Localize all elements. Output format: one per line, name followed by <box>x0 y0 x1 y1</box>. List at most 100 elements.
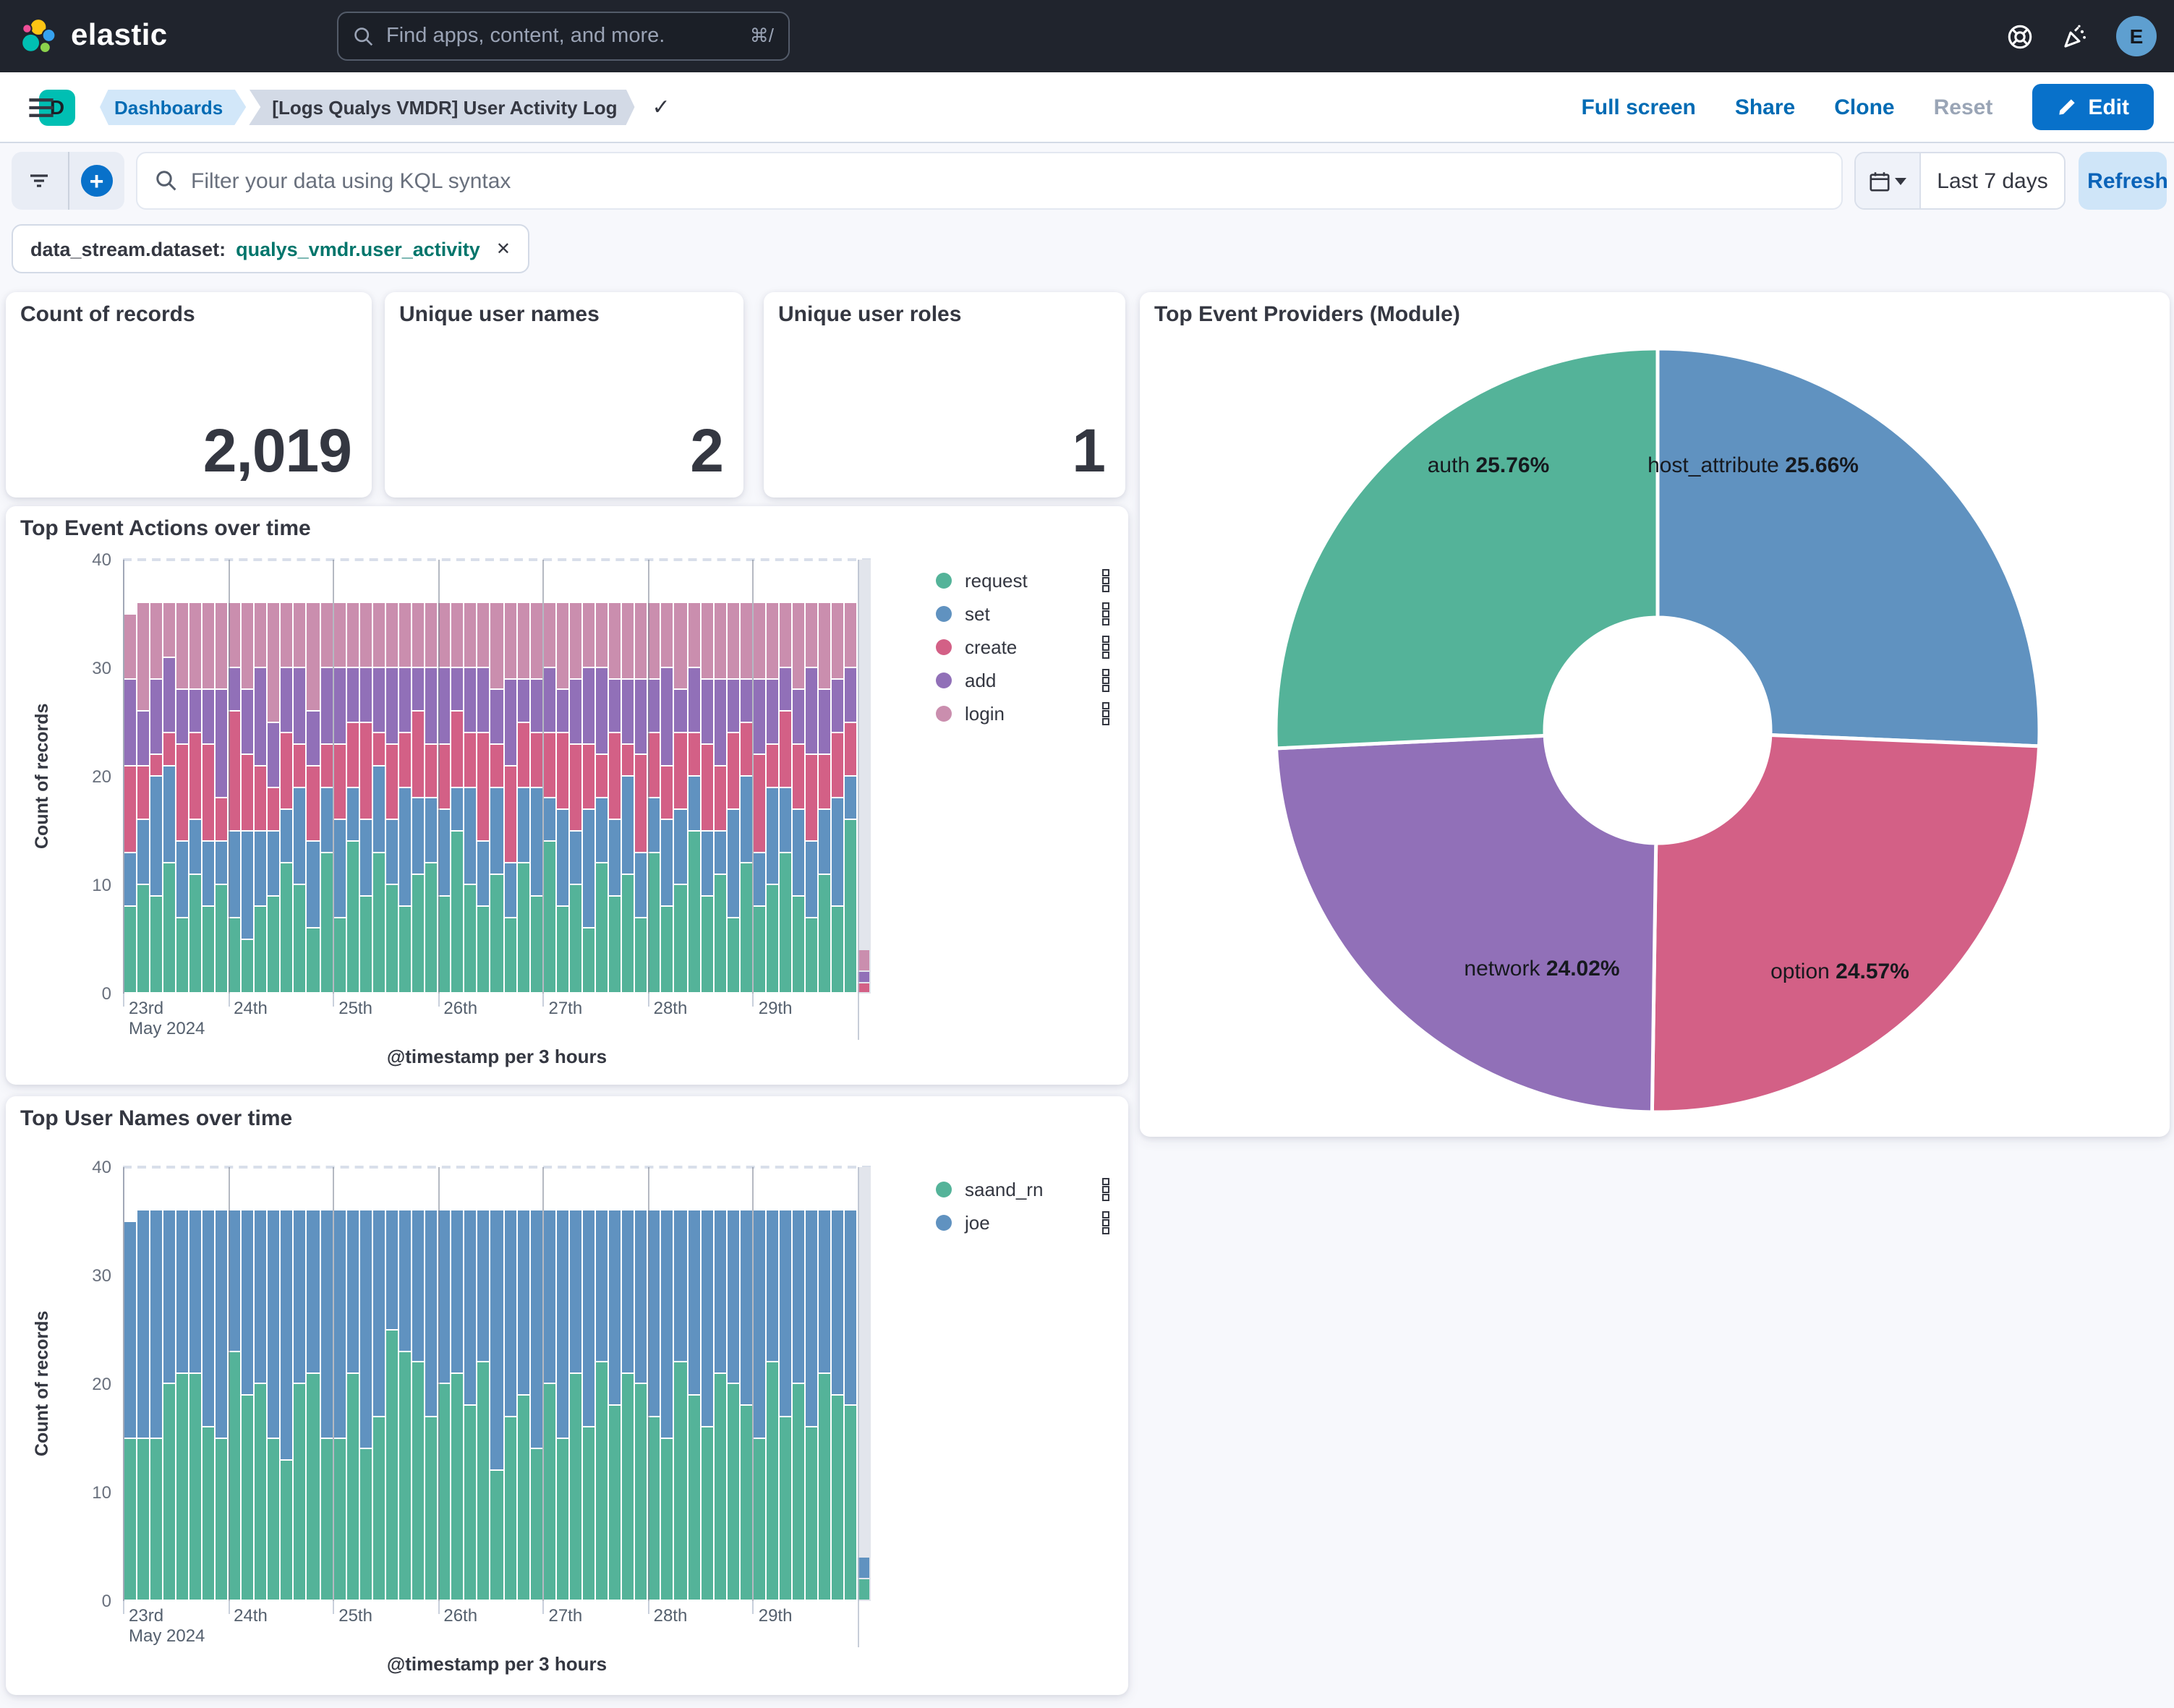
bar-segment-joe[interactable] <box>478 1210 490 1362</box>
bar-segment-saand_rn[interactable] <box>635 1384 647 1600</box>
bar-segment-set[interactable] <box>543 798 555 841</box>
bar-segment-set[interactable] <box>163 766 174 863</box>
bar-segment-set[interactable] <box>741 777 752 863</box>
legend-item-login[interactable]: login <box>936 701 1112 726</box>
legend-actions-icon[interactable] <box>1099 701 1112 726</box>
bar-segment-create[interactable] <box>425 744 437 798</box>
bar-segment-login[interactable] <box>386 603 398 667</box>
bar-segment-joe[interactable] <box>438 1210 450 1383</box>
bar-segment-request[interactable] <box>675 885 686 993</box>
bar-segment-saand_rn[interactable] <box>543 1384 555 1600</box>
bar-segment-set[interactable] <box>307 842 319 928</box>
bar-segment-joe[interactable] <box>150 1210 161 1438</box>
bar-segment-login[interactable] <box>688 603 699 667</box>
bar-segment-joe[interactable] <box>780 1210 791 1416</box>
kql-query-input[interactable]: Filter your data using KQL syntax <box>136 152 1843 210</box>
bar-segment-create[interactable] <box>465 733 477 787</box>
bar-segment-add[interactable] <box>570 679 581 743</box>
bar-segment-set[interactable] <box>780 787 791 852</box>
bar-segment-create[interactable] <box>557 733 568 808</box>
legend-item-add[interactable]: add <box>936 668 1112 693</box>
bar-segment-saand_rn[interactable] <box>649 1417 660 1600</box>
bar-segment-joe[interactable] <box>412 1210 424 1362</box>
bar-segment-set[interactable] <box>832 798 844 906</box>
bar-segment-request[interactable] <box>307 928 319 993</box>
bar-segment-create[interactable] <box>307 766 319 841</box>
bar-segment-set[interactable] <box>320 787 332 852</box>
bar-segment-set[interactable] <box>137 820 148 884</box>
bar-segment-login[interactable] <box>832 603 844 678</box>
bar-segment-login[interactable] <box>189 603 201 689</box>
bar-segment-joe[interactable] <box>701 1210 712 1427</box>
bar-segment-create[interactable] <box>346 722 358 787</box>
bar-segment-saand_rn[interactable] <box>806 1427 817 1600</box>
bar-segment-set[interactable] <box>478 842 490 906</box>
donut-slice-auth[interactable] <box>1276 349 1658 748</box>
bar-segment-add[interactable] <box>714 679 725 765</box>
bar-segment-add[interactable] <box>307 712 319 765</box>
bar-segment-saand_rn[interactable] <box>163 1384 174 1600</box>
bar-segment-joe[interactable] <box>543 1210 555 1383</box>
bar-segment-request[interactable] <box>412 874 424 993</box>
bar-segment-set[interactable] <box>124 853 135 906</box>
bar-segment-set[interactable] <box>845 777 857 819</box>
bar-segment-request[interactable] <box>399 907 411 993</box>
bar-segment-request[interactable] <box>819 874 830 993</box>
bar-segment-saand_rn[interactable] <box>504 1417 516 1600</box>
bar-segment-login[interactable] <box>649 603 660 678</box>
bar-segment-joe[interactable] <box>386 1210 398 1329</box>
clone-button[interactable]: Clone <box>1834 95 1894 119</box>
bar-segment-add[interactable] <box>412 668 424 711</box>
legend-item-request[interactable]: request <box>936 568 1112 593</box>
bar-segment-saand_rn[interactable] <box>346 1373 358 1600</box>
bar-segment-saand_rn[interactable] <box>465 1406 477 1600</box>
whats-new-icon[interactable] <box>2061 22 2089 50</box>
bar-segment-saand_rn[interactable] <box>754 1438 765 1600</box>
bar-segment-set[interactable] <box>570 831 581 884</box>
bar-segment-login[interactable] <box>294 603 306 667</box>
bar-segment-set[interactable] <box>504 863 516 917</box>
bar-segment-create[interactable] <box>452 712 464 787</box>
bar-segment-set[interactable] <box>268 831 280 895</box>
bar-segment-add[interactable] <box>255 668 266 765</box>
bar-segment-login[interactable] <box>124 614 135 678</box>
bar-segment-add[interactable] <box>701 679 712 743</box>
bar-segment-saand_rn[interactable] <box>583 1427 594 1600</box>
bar-segment-saand_rn[interactable] <box>438 1384 450 1600</box>
bar-segment-create[interactable] <box>399 733 411 787</box>
legend-actions-icon[interactable] <box>1099 668 1112 693</box>
bar-segment-set[interactable] <box>557 809 568 906</box>
bar-segment-create[interactable] <box>216 798 227 841</box>
bar-segment-joe[interactable] <box>242 1210 253 1394</box>
bar-segment-add[interactable] <box>478 668 490 733</box>
bar-segment-login[interactable] <box>491 603 503 689</box>
bar-segment-add[interactable] <box>452 668 464 711</box>
bar-segment-login[interactable] <box>360 603 372 667</box>
bar-segment-login[interactable] <box>635 603 647 678</box>
bar-segment-joe[interactable] <box>688 1210 699 1394</box>
bar-segment-saand_rn[interactable] <box>845 1406 857 1600</box>
bar-segment-login[interactable] <box>780 603 791 667</box>
bar-segment-add[interactable] <box>504 679 516 765</box>
bar-segment-request[interactable] <box>596 863 608 993</box>
bar-segment-login[interactable] <box>438 603 450 667</box>
bar-segment-add[interactable] <box>268 722 280 787</box>
bar-segment-joe[interactable] <box>320 1210 332 1438</box>
bar-segment-set[interactable] <box>216 842 227 884</box>
bar-segment-joe[interactable] <box>425 1210 437 1416</box>
legend-item-create[interactable]: create <box>936 635 1112 659</box>
menu-icon[interactable] <box>27 93 55 121</box>
bar-segment-create[interactable] <box>570 744 581 830</box>
bar-segment-request[interactable] <box>845 820 857 993</box>
bar-segment-create[interactable] <box>806 755 817 841</box>
bar-segment-add[interactable] <box>189 690 201 733</box>
bar-segment-set[interactable] <box>412 798 424 874</box>
bar-segment-create[interactable] <box>714 766 725 830</box>
bar-segment-create[interactable] <box>741 722 752 776</box>
bar-segment-add[interactable] <box>845 668 857 722</box>
bar-segment-request[interactable] <box>543 842 555 993</box>
bar-segment-create[interactable] <box>242 755 253 830</box>
bar-segment-set[interactable] <box>622 777 634 874</box>
bar-segment-create[interactable] <box>255 766 266 830</box>
bar-segment-joe[interactable] <box>609 1210 621 1405</box>
